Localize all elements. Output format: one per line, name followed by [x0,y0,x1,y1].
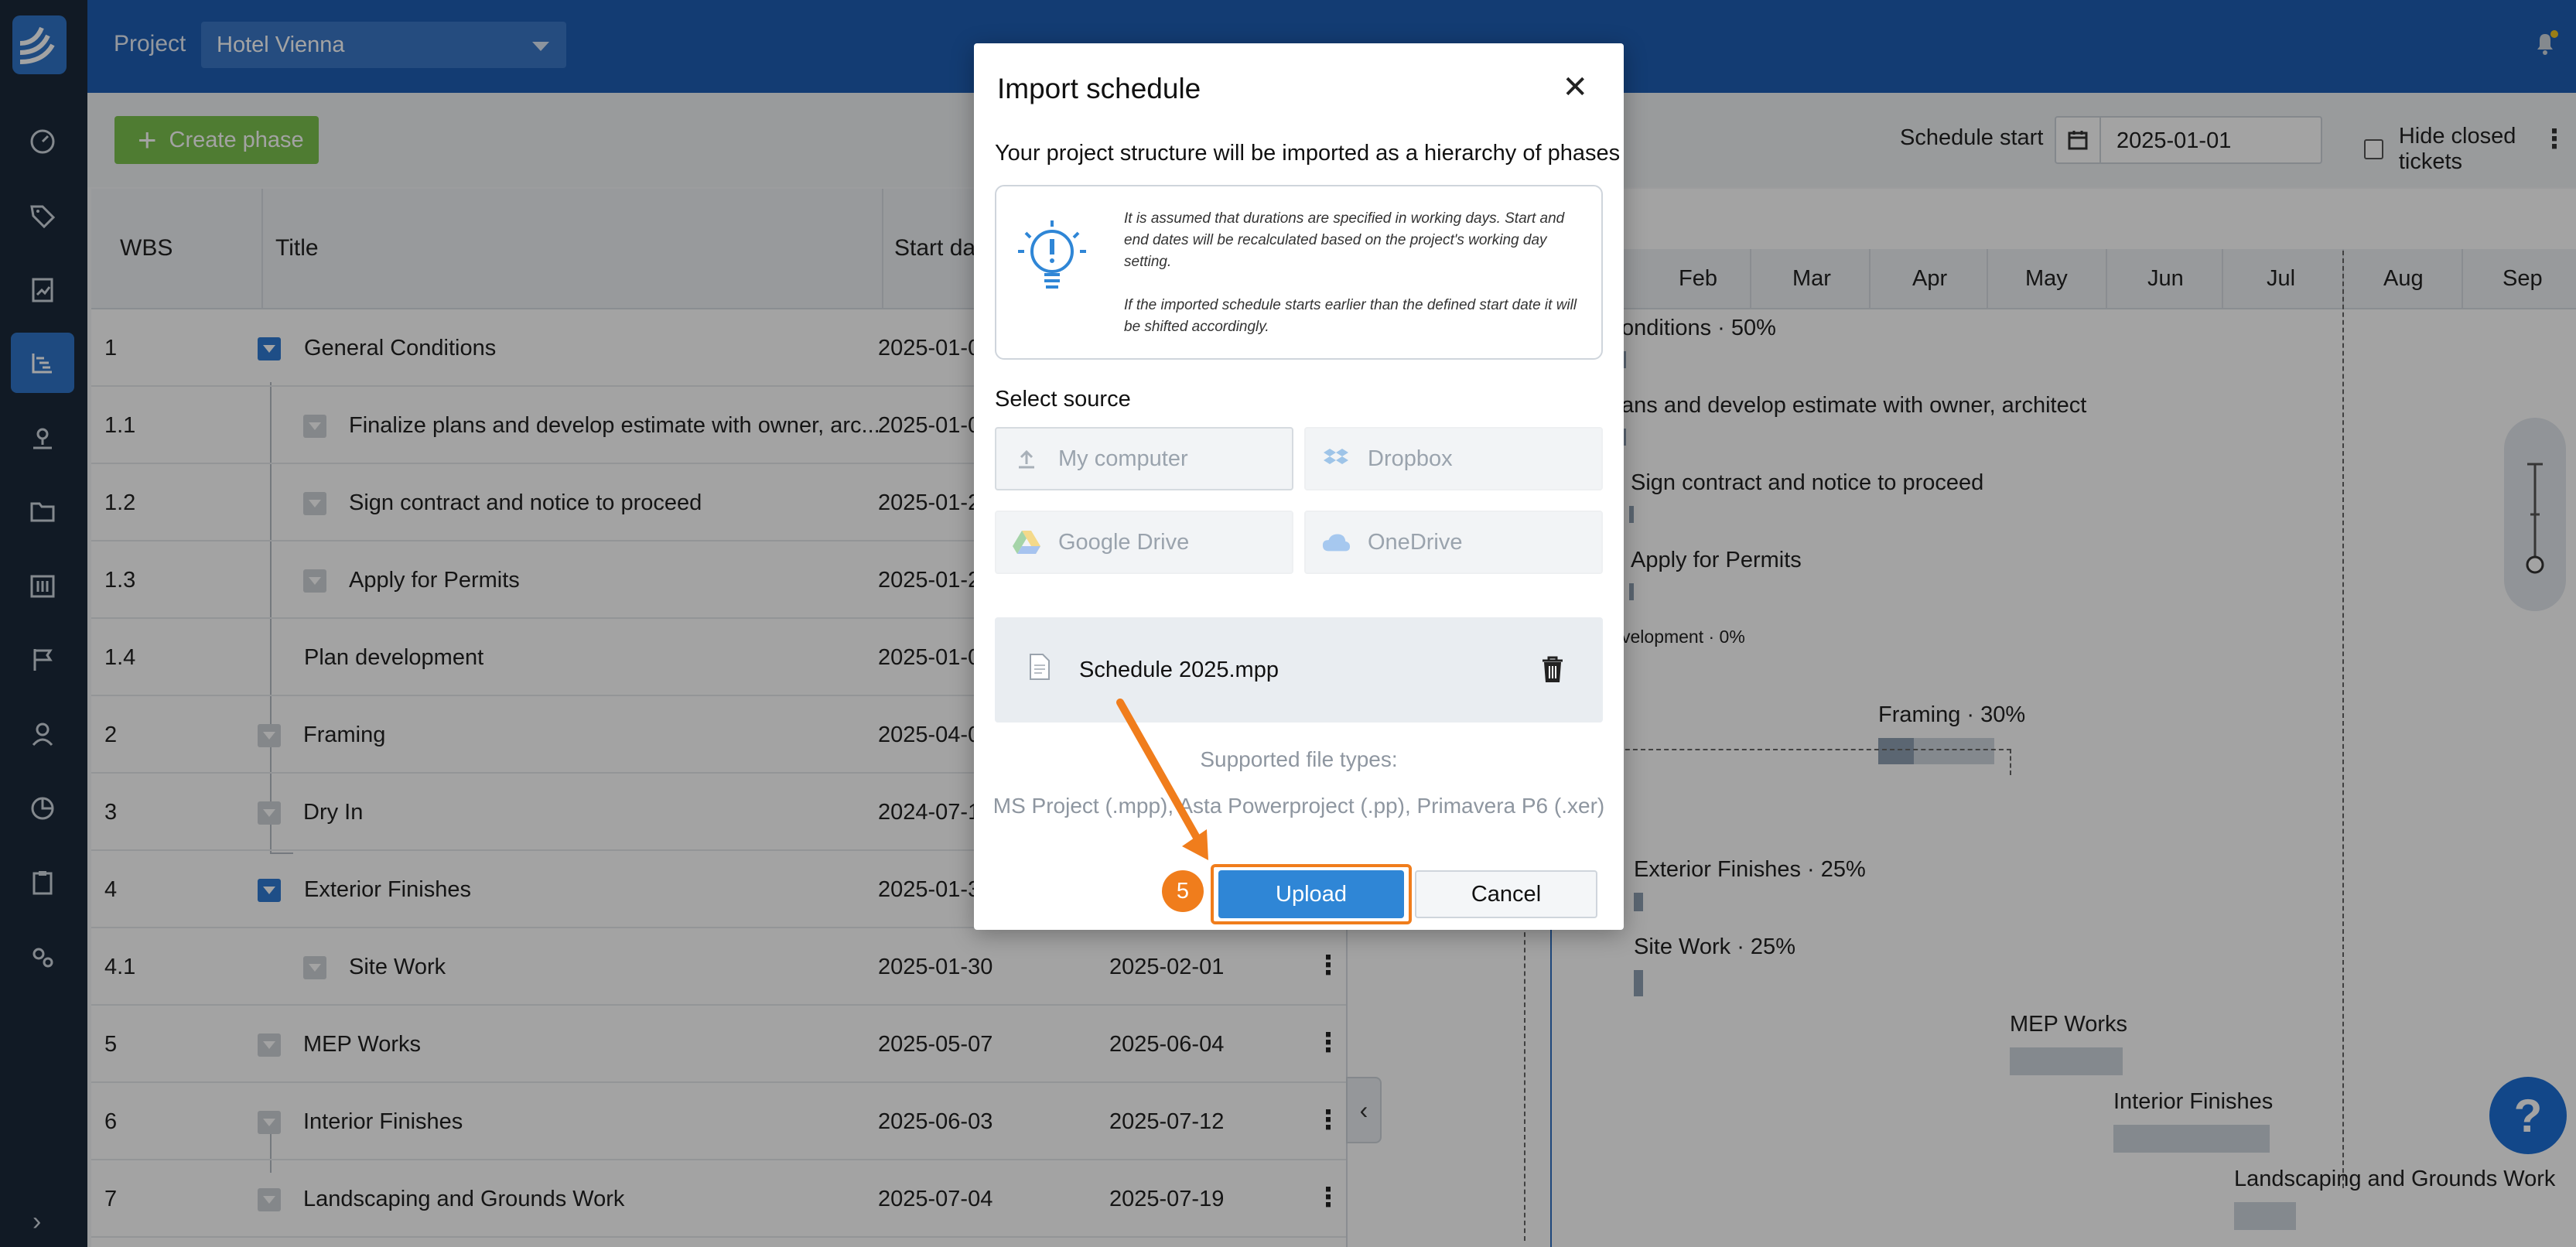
info-box: It is assumed that durations are specifi… [995,185,1603,360]
cancel-button[interactable]: Cancel [1415,870,1597,918]
source-label: Dropbox [1368,446,1453,471]
dropbox-icon [1321,444,1351,473]
source-label: My computer [1058,446,1188,471]
dialog-subtitle: Your project structure will be imported … [995,141,1621,166]
supported-types-label: Supported file types: [1200,747,1398,771]
trash-icon[interactable] [1539,654,1566,684]
close-icon[interactable]: ✕ [1562,70,1588,105]
select-source-label: Select source [995,387,1131,412]
dialog-title: Import schedule [997,73,1201,104]
source-my-computer-button[interactable]: My computer [995,427,1293,490]
info-text-1: It is assumed that durations are specifi… [1124,210,1565,270]
lightbulb-icon [1018,220,1086,289]
source-label: Google Drive [1058,529,1190,555]
onedrive-icon [1321,528,1351,557]
upload-button[interactable]: Upload [1218,870,1404,918]
source-onedrive-button[interactable]: OneDrive [1304,511,1603,574]
step-number-badge: 5 [1162,870,1204,912]
import-schedule-dialog: Import schedule ✕ Your project structure… [974,43,1624,930]
source-dropbox-button[interactable]: Dropbox [1304,427,1603,490]
upload-icon [1012,444,1041,473]
info-text: It is assumed that durations are specifi… [1124,208,1588,338]
source-label: OneDrive [1368,529,1463,555]
file-name: Schedule 2025.mpp [1079,658,1279,682]
file-icon [1030,654,1050,680]
info-text-2: If the imported schedule starts earlier … [1124,297,1577,335]
supported-types-list: MS Project (.mpp), Asta Powerproject (.p… [992,794,1605,818]
tutorial-arrow-icon [1116,699,1208,860]
source-google-drive-button[interactable]: Google Drive [995,511,1293,574]
google-drive-icon [1012,528,1041,557]
